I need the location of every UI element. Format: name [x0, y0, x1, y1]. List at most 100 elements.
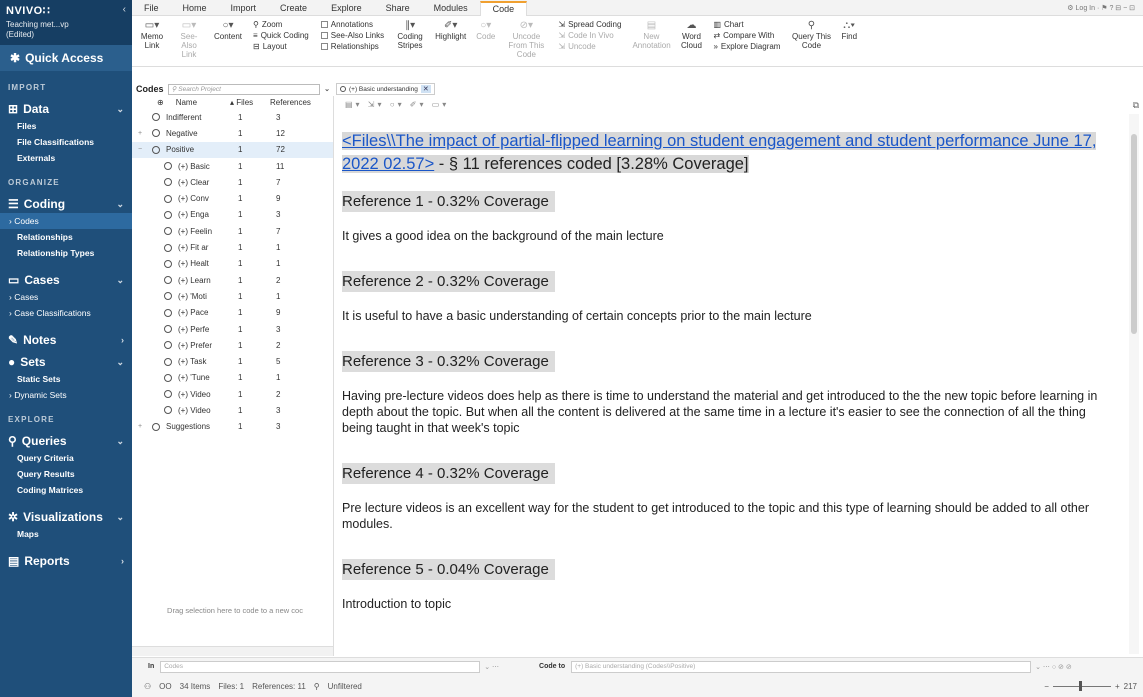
nav-item-static-sets[interactable]: Static Sets	[0, 371, 132, 387]
see-also-links-checkbox[interactable]: See-Also Links	[320, 31, 384, 40]
zoom-in-button[interactable]: +	[1115, 682, 1120, 691]
zoom-slider[interactable]	[1052, 680, 1111, 691]
code-actions-icon[interactable]: ⌄ ⋯ ○ ⊘ ⊘	[1035, 663, 1072, 671]
undock-icon[interactable]: ⧉	[1133, 100, 1139, 111]
memo-link-button[interactable]: ▭▾ Memo Link	[136, 18, 168, 64]
code-to-field[interactable]: (+) Basic understanding (Codes\\Positive…	[571, 660, 1032, 673]
nav-group-sets[interactable]: ● Sets ⌄	[0, 349, 132, 371]
in-browse-icon[interactable]: ⌄ ⋯	[484, 663, 499, 671]
detail-toolbar[interactable]: ▤▾ ⇲▾ ○▾ ✐▾ ▭▾	[345, 100, 449, 109]
collapse-nav-icon[interactable]: ‹	[123, 4, 126, 15]
column-references[interactable]: References	[270, 98, 325, 107]
nav-group-coding[interactable]: ☰ Coding ⌄	[0, 191, 132, 213]
code-row[interactable]: (+) Clear 1 7	[132, 174, 333, 190]
expand-toggle-icon[interactable]: +	[138, 423, 146, 430]
code-row[interactable]: (+) Perfe 1 3	[132, 321, 333, 337]
tab-code[interactable]: Code	[479, 1, 528, 16]
code-row[interactable]: (+) Video 1 2	[132, 386, 333, 402]
reference-text[interactable]: It is useful to have a basic understandi…	[342, 308, 1117, 324]
code-row[interactable]: (+) Fit ar 1 1	[132, 239, 333, 255]
code-row[interactable]: (+) Pace 1 9	[132, 305, 333, 321]
reference-text[interactable]: It gives a good idea on the background o…	[342, 228, 1117, 244]
expand-toggle-icon[interactable]: +	[138, 130, 146, 137]
nav-item-dynamic-sets[interactable]: › Dynamic Sets	[0, 387, 132, 403]
tab-modules[interactable]: Modules	[422, 3, 480, 15]
nav-item-file-classifications[interactable]: File Classifications	[0, 134, 132, 150]
relationships-checkbox[interactable]: Relationships	[320, 42, 384, 51]
code-row[interactable]: (+) Enga 1 3	[132, 207, 333, 223]
chevron-down-icon[interactable]: ⌄	[324, 85, 334, 93]
tab-share[interactable]: Share	[374, 3, 422, 15]
zoom-button[interactable]: ⚲ Zoom	[253, 20, 309, 29]
nav-item-query-criteria[interactable]: Query Criteria	[0, 450, 132, 466]
zoom-out-button[interactable]: −	[1044, 682, 1049, 691]
nav-item-query-results[interactable]: Query Results	[0, 466, 132, 482]
nav-group-reports[interactable]: ▤ Reports ›	[0, 548, 132, 570]
code-row[interactable]: (+) Video 1 3	[132, 402, 333, 418]
code-row[interactable]: (+) 'Tune 1 1	[132, 370, 333, 386]
spread-coding-button[interactable]: ⇲ Spread Coding	[558, 20, 621, 29]
tab-import[interactable]: Import	[219, 3, 269, 15]
nav-item-case-classifications[interactable]: › Case Classifications	[0, 305, 132, 321]
code-in-vivo-button[interactable]: ⇲ Code In Vivo	[558, 31, 621, 40]
in-field[interactable]: Codes	[160, 660, 481, 673]
layout-button[interactable]: ⊟ Layout	[253, 42, 309, 51]
expand-toggle-icon[interactable]: −	[138, 146, 146, 153]
reference-text[interactable]: Having pre-lecture videos does help as t…	[342, 388, 1117, 436]
code-row[interactable]: (+) Conv 1 9	[132, 190, 333, 206]
nav-item-maps[interactable]: Maps	[0, 526, 132, 542]
nav-group-visualizations[interactable]: ✲ Visualizations ⌄	[0, 504, 132, 526]
code-row[interactable]: (+) Learn 1 2	[132, 272, 333, 288]
code-button[interactable]: ○▾ Code	[472, 18, 499, 64]
reference-text[interactable]: Introduction to topic	[342, 596, 1117, 612]
word-cloud-button[interactable]: ☁ Word Cloud	[676, 18, 706, 64]
code-row[interactable]: Indifferent 1 3	[132, 109, 333, 125]
nav-item-cases[interactable]: › Cases	[0, 289, 132, 305]
reference-text[interactable]: Pre lecture videos is an excellent way f…	[342, 500, 1117, 532]
code-row[interactable]: (+) Task 1 5	[132, 353, 333, 369]
nav-group-notes[interactable]: ✎ Notes ›	[0, 327, 132, 349]
find-button[interactable]: ⛬▾ Find	[837, 18, 861, 64]
quick-coding-button[interactable]: ≡ Quick Coding	[253, 31, 309, 40]
column-name[interactable]: ⊕ Name	[132, 98, 230, 107]
column-files[interactable]: ▴ Files	[230, 98, 270, 107]
code-row[interactable]: + Negative 1 12	[132, 125, 333, 141]
detail-tab[interactable]: (+) Basic understanding ✕	[336, 83, 435, 95]
compare-with-button[interactable]: ⇄ Compare With	[713, 31, 780, 40]
nav-item-files[interactable]: Files	[0, 118, 132, 134]
coding-stripes-button[interactable]: ∥▾ Coding Stripes	[391, 18, 429, 64]
uncode-button[interactable]: ⇲ Uncode	[558, 42, 621, 51]
uncode-from-this-code-button[interactable]: ⊘▾ Uncode From This Code	[501, 18, 551, 64]
close-icon[interactable]: ✕	[420, 85, 431, 93]
nav-item-coding-matrices[interactable]: Coding Matrices	[0, 482, 132, 498]
chart-button[interactable]: ▥ Chart	[713, 20, 780, 29]
new-annotation-button[interactable]: ▤ New Annotation	[628, 18, 674, 64]
highlight-button[interactable]: ✐▾ Highlight	[431, 18, 470, 64]
code-row[interactable]: (+) Prefer 1 2	[132, 337, 333, 353]
tab-home[interactable]: Home	[171, 3, 219, 15]
nav-group-cases[interactable]: ▭ Cases ⌄	[0, 267, 132, 289]
nav-item-relationship-types[interactable]: Relationship Types	[0, 245, 132, 261]
tab-file[interactable]: File	[132, 3, 171, 15]
scroll-thumb[interactable]	[1131, 134, 1137, 334]
nav-item-codes[interactable]: › Codes	[0, 213, 132, 229]
search-project-input[interactable]: ⚲ Search Project	[167, 83, 321, 95]
annotations-checkbox[interactable]: Annotations	[320, 20, 384, 29]
nav-group-data[interactable]: ⊞ Data ⌄	[0, 96, 132, 118]
nav-item-externals[interactable]: Externals	[0, 150, 132, 166]
zoom-knob[interactable]	[1078, 680, 1082, 691]
login-link[interactable]: ⚙ Log In · ⚑ ? ⊟ − ⊡	[1067, 4, 1143, 15]
vertical-scrollbar[interactable]	[1129, 114, 1139, 654]
horizontal-scrollbar[interactable]	[132, 646, 333, 656]
tab-create[interactable]: Create	[268, 3, 319, 15]
code-row[interactable]: (+) Healt 1 1	[132, 256, 333, 272]
code-row[interactable]: (+) 'Moti 1 1	[132, 288, 333, 304]
content-button[interactable]: ○▾ Content	[210, 18, 246, 64]
code-row[interactable]: − Positive 1 72	[132, 141, 333, 158]
code-row[interactable]: (+) Feelin 1 7	[132, 223, 333, 239]
code-row[interactable]: + Suggestions 1 3	[132, 419, 333, 435]
quick-access-item[interactable]: ✱ Quick Access	[0, 45, 132, 71]
code-row[interactable]: (+) Basic 1 11	[132, 158, 333, 174]
query-this-code-button[interactable]: ⚲ Query This Code	[787, 18, 835, 64]
explore-diagram-button[interactable]: » Explore Diagram	[713, 42, 780, 51]
